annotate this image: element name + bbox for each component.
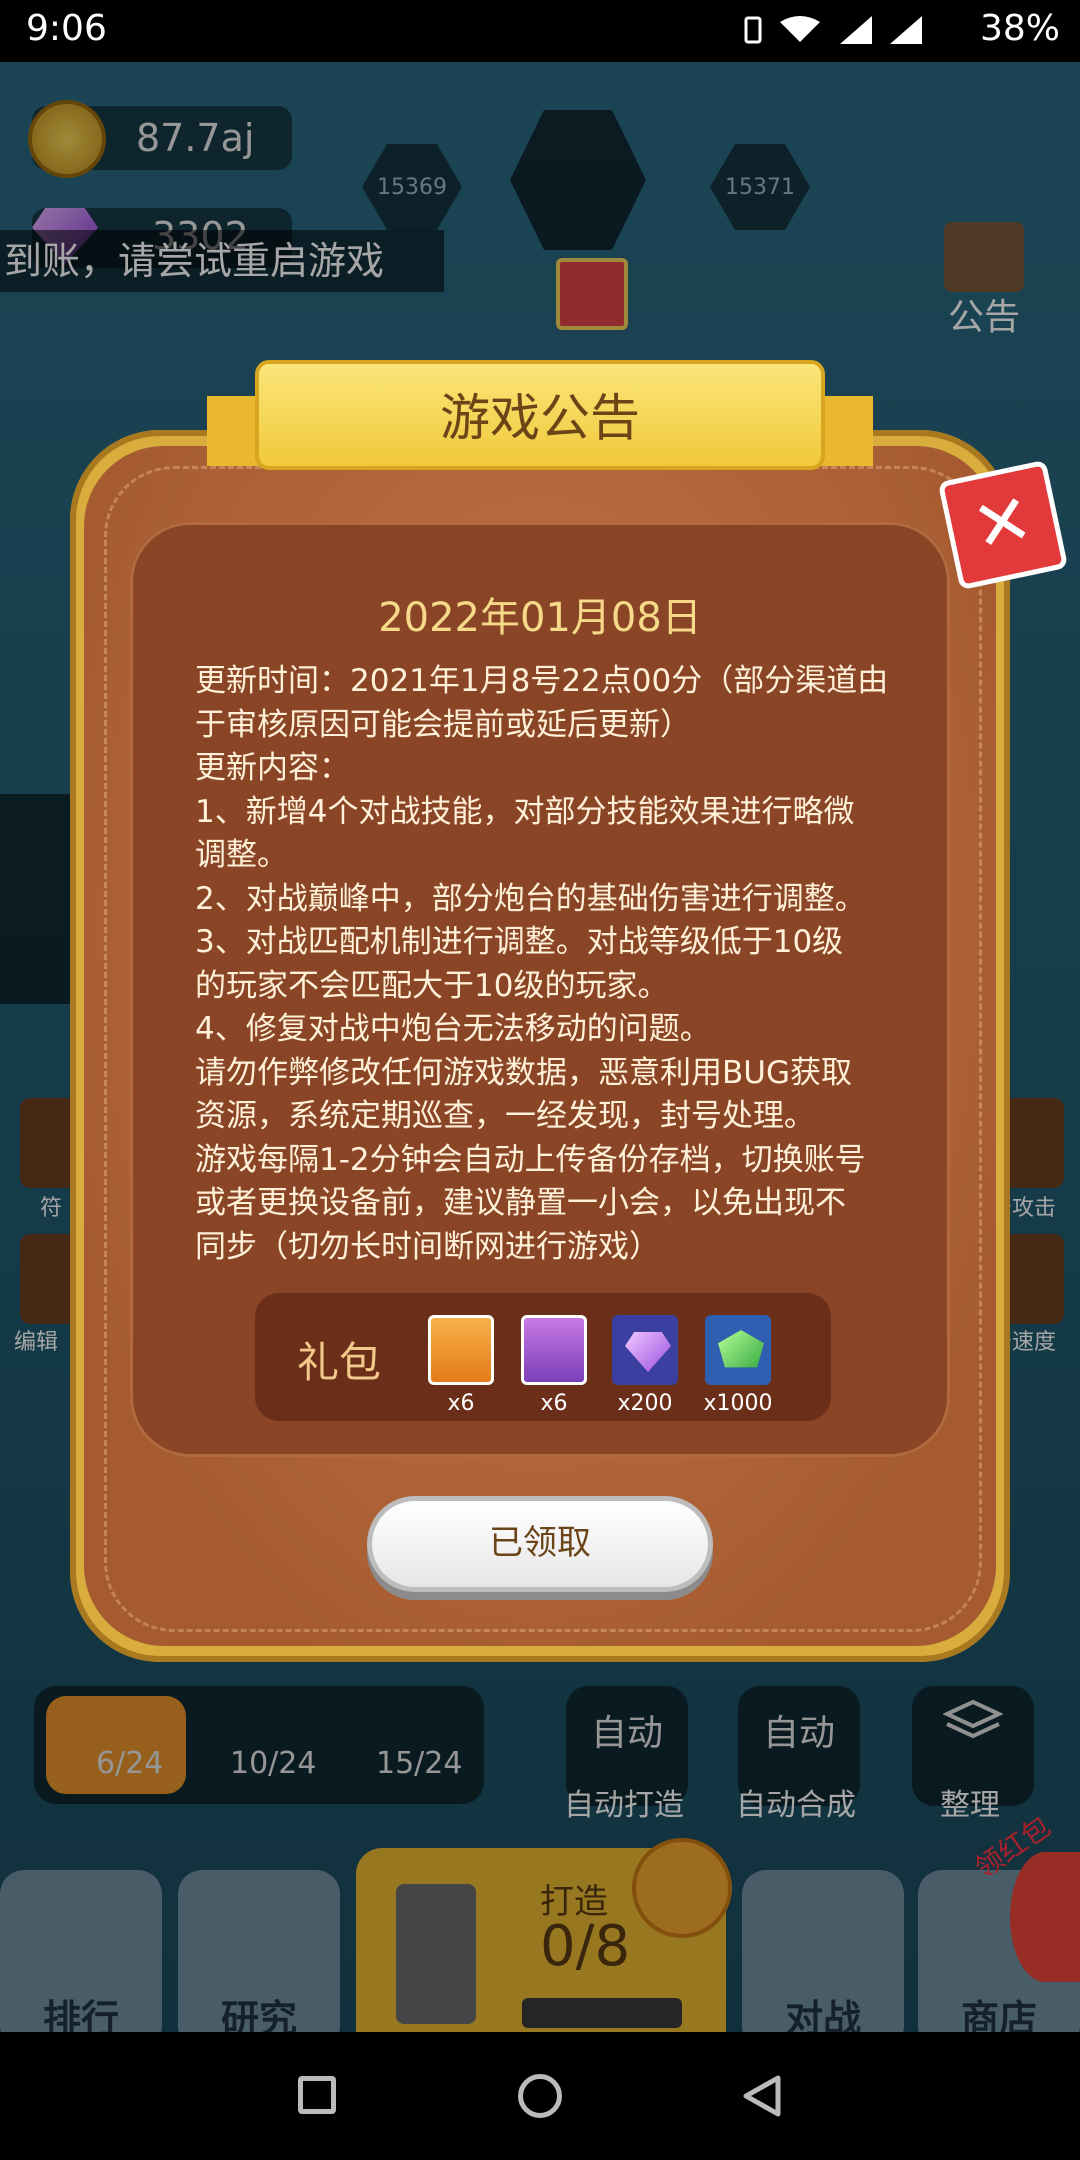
- recents-icon[interactable]: [298, 2076, 336, 2114]
- purple-gem-icon: [612, 1315, 678, 1385]
- announcement-line: 的玩家不会匹配大于10级的玩家。: [195, 967, 669, 1004]
- green-gem-icon: [705, 1315, 771, 1385]
- gift-count-1: x6: [447, 1391, 475, 1416]
- announcement-line: 游戏每隔1-2分钟会自动上传备份存档，切换账号: [195, 1141, 866, 1178]
- announcement-line: 调整。: [195, 837, 288, 873]
- back-icon[interactable]: [740, 2074, 784, 2118]
- claimed-button[interactable]: 已领取: [367, 1496, 713, 1592]
- announcement-line: 同步（切勿长时间断网进行游戏）: [195, 1228, 660, 1265]
- announcement-line: 资源，系统定期巡查，一经发现，封号处理。: [195, 1098, 815, 1134]
- status-icons: [744, 16, 922, 44]
- orange-potion-icon: [428, 1315, 494, 1385]
- announcement-line: 更新时间：2021年1月8号22点00分（部分渠道由: [195, 663, 889, 699]
- announcement-line: 更新内容：: [195, 750, 350, 786]
- close-icon: ✕: [965, 476, 1040, 570]
- home-icon[interactable]: [518, 2074, 562, 2118]
- gift-pack-label: 礼包: [297, 1338, 382, 1387]
- gift-count-2: x6: [540, 1391, 568, 1416]
- announcement-date: 2022年01月08日: [378, 595, 702, 641]
- announcement-line: 4、修复对战中炮台无法移动的问题。: [195, 1011, 711, 1047]
- gift-count-4: x1000: [703, 1391, 773, 1416]
- announcement-line: 2、对战巅峰中，部分炮台的基础伤害进行调整。: [195, 880, 866, 917]
- status-bar: 9:06 38%: [0, 0, 1080, 62]
- purple-potion-icon: [521, 1315, 587, 1385]
- clock: 9:06: [26, 8, 107, 49]
- system-nav-bar: [0, 2032, 1080, 2160]
- announcement-line: 或者更换设备前，建议静置一小会，以免出现不: [195, 1185, 846, 1221]
- announcement-line: 1、新增4个对战技能，对部分技能效果进行略微: [195, 793, 855, 830]
- gift-count-3: x200: [617, 1391, 673, 1416]
- announcement-line: 于审核原因可能会提前或延后更新）: [195, 706, 691, 743]
- announcement-body: 更新时间：2021年1月8号22点00分（部分渠道由 于审核原因可能会提前或延后…: [195, 660, 895, 1269]
- announcement-line: 3、对战匹配机制进行调整。对战等级低于10级: [195, 924, 844, 960]
- gift-pack: 礼包 x6 x6 x200 x1000: [255, 1293, 831, 1421]
- battery-level: 38%: [979, 8, 1060, 49]
- dialog-title: 游戏公告: [440, 389, 640, 447]
- announcement-line: 请勿作弊修改任何游戏数据，恶意利用BUG获取: [195, 1054, 852, 1091]
- close-button[interactable]: ✕: [937, 459, 1069, 591]
- title-ribbon: 游戏公告: [207, 360, 873, 480]
